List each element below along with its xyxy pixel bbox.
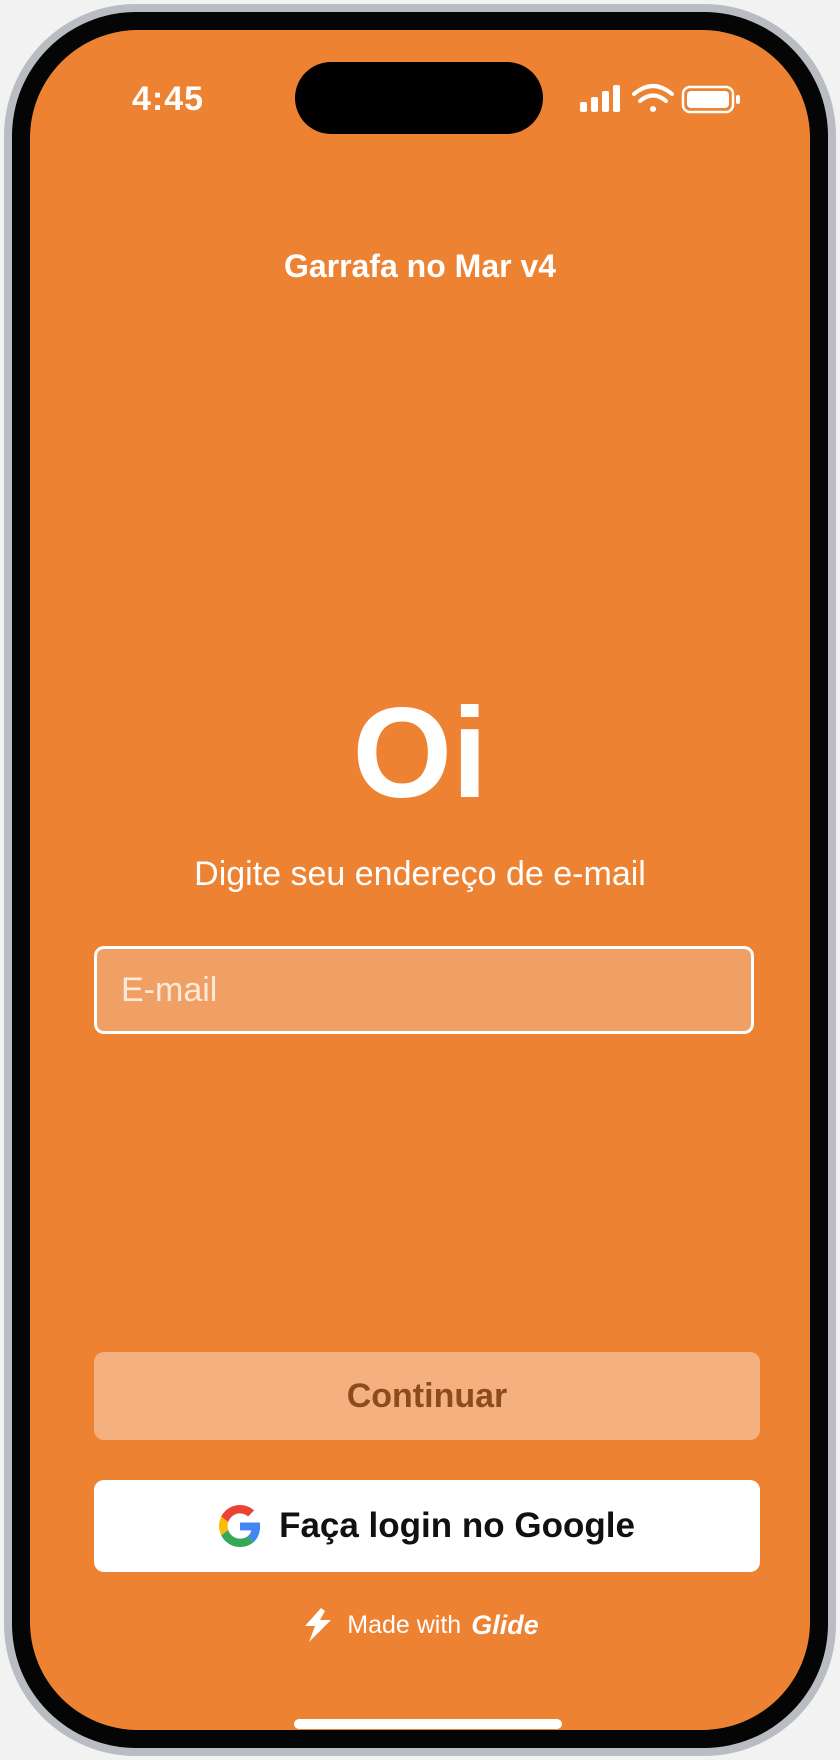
phone-frame: 4:45 Garrafa no Mar v4 Oi Digite seu end… <box>12 12 828 1748</box>
glide-brand-name: Glide <box>471 1609 539 1640</box>
continue-button[interactable]: Continuar <box>94 1352 760 1440</box>
google-icon <box>219 1505 261 1547</box>
glide-logo-icon <box>305 1608 332 1642</box>
wifi-icon <box>632 84 674 112</box>
email-prompt: Digite seu endereço de e-mail <box>194 855 646 893</box>
google-login-label: Faça login no Google <box>279 1506 635 1545</box>
home-indicator <box>294 1719 562 1729</box>
app-screen: 4:45 Garrafa no Mar v4 Oi Digite seu end… <box>30 30 810 1730</box>
made-with-label: Made with <box>347 1610 462 1639</box>
app-title: Garrafa no Mar v4 <box>283 248 557 284</box>
google-login-button[interactable]: Faça login no Google <box>94 1480 760 1572</box>
made-with-glide-link[interactable]: Made with Glide <box>30 1608 810 1642</box>
greeting-heading: Oi <box>352 682 488 825</box>
status-time: 4:45 <box>132 80 205 118</box>
status-icons <box>580 84 740 114</box>
dynamic-island <box>295 62 543 134</box>
phone-device: 4:45 Garrafa no Mar v4 Oi Digite seu end… <box>4 4 836 1756</box>
cellular-signal-icon <box>580 85 620 112</box>
battery-icon <box>681 85 740 114</box>
email-field[interactable] <box>94 946 754 1034</box>
